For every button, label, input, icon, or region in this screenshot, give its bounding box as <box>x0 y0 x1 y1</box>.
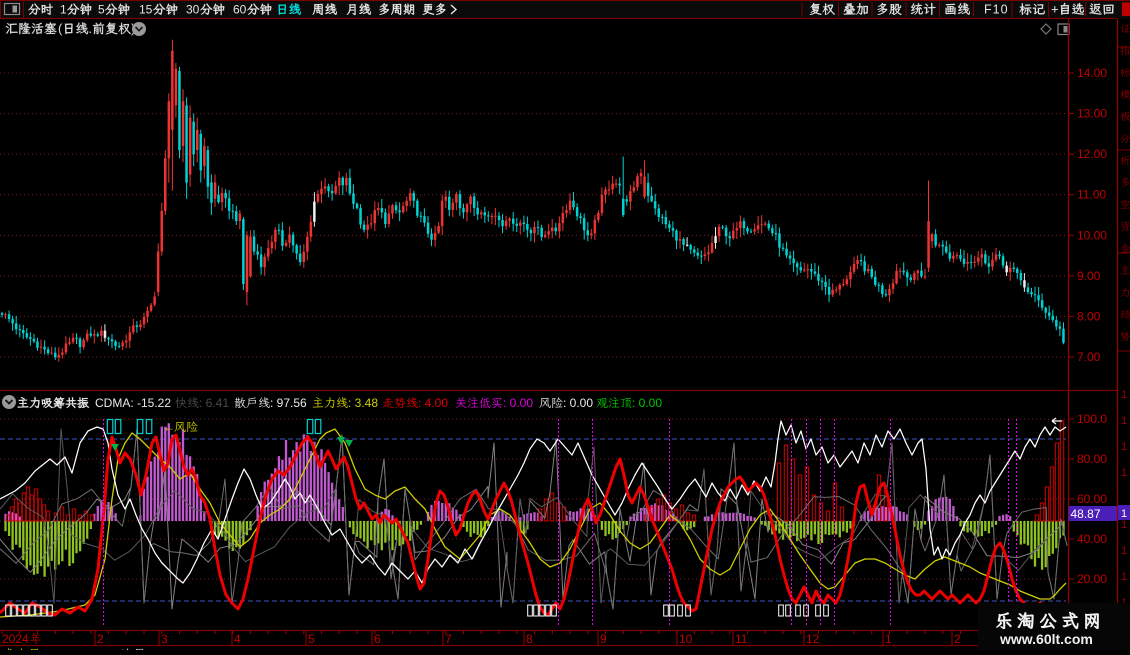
svg-text:5: 5 <box>98 3 105 17</box>
svg-text:6: 6 <box>374 632 381 646</box>
svg-text:: 6.41: : 6.41 <box>199 396 229 410</box>
svg-text:1: 1 <box>60 3 67 17</box>
svg-text:30: 30 <box>186 3 200 17</box>
svg-text:2: 2 <box>97 632 104 646</box>
svg-text:2024: 2024 <box>2 632 29 646</box>
svg-text:11: 11 <box>735 632 748 646</box>
svg-text:: 0.00: : 0.00 <box>503 396 533 410</box>
svg-text:12: 12 <box>806 632 820 646</box>
svg-text:: 0.00: : 0.00 <box>632 396 662 410</box>
svg-text:1: 1 <box>1121 389 1127 401</box>
svg-text:: 0.00: : 0.00 <box>563 396 593 410</box>
svg-text:14.00: 14.00 <box>1077 66 1107 80</box>
svg-text:3: 3 <box>161 632 168 646</box>
svg-text:10: 10 <box>679 632 693 646</box>
svg-text:80.00: 80.00 <box>1077 452 1107 466</box>
svg-text:CDMA: -15.22: CDMA: -15.22 <box>95 396 171 410</box>
svg-text:9.00: 9.00 <box>1077 269 1101 283</box>
svg-text:F10: F10 <box>984 3 1009 17</box>
svg-text:10.00: 10.00 <box>1077 228 1107 242</box>
svg-text:(: ( <box>58 21 63 36</box>
svg-text:15: 15 <box>139 3 153 17</box>
svg-text:1: 1 <box>1121 571 1127 583</box>
svg-text:7: 7 <box>445 632 452 646</box>
svg-text:: 97.56: : 97.56 <box>270 396 307 410</box>
svg-text:11.00: 11.00 <box>1077 188 1106 202</box>
svg-text:4: 4 <box>234 632 241 646</box>
svg-text:48.87: 48.87 <box>1071 507 1101 521</box>
svg-text:1: 1 <box>1121 467 1127 479</box>
svg-text:13.00: 13.00 <box>1077 107 1107 121</box>
svg-text:: 3.48: : 3.48 <box>348 396 378 410</box>
svg-text:www.60lt.com: www.60lt.com <box>999 631 1093 647</box>
svg-text:1: 1 <box>1121 519 1127 531</box>
svg-text:8: 8 <box>526 632 533 646</box>
svg-text:+: + <box>1051 2 1059 17</box>
svg-text:8.00: 8.00 <box>1077 309 1101 323</box>
svg-text:1: 1 <box>1121 415 1127 427</box>
svg-text:1: 1 <box>1121 441 1127 453</box>
svg-text:1: 1 <box>885 632 892 646</box>
svg-text:1: 1 <box>1121 545 1127 557</box>
svg-text:60: 60 <box>233 3 247 17</box>
svg-text:←: ← <box>163 420 175 434</box>
svg-text:40.00: 40.00 <box>1077 532 1107 546</box>
svg-text:12.00: 12.00 <box>1077 147 1107 161</box>
svg-text:5: 5 <box>308 632 315 646</box>
svg-text:2: 2 <box>954 632 961 646</box>
svg-text:7.00: 7.00 <box>1077 350 1101 364</box>
svg-text:100.0: 100.0 <box>1077 412 1107 426</box>
svg-text:20.00: 20.00 <box>1077 572 1107 586</box>
svg-text:60.00: 60.00 <box>1077 492 1107 506</box>
svg-text:9: 9 <box>600 632 607 646</box>
svg-text:: 4.00: : 4.00 <box>418 396 448 410</box>
svg-text:.: . <box>88 21 92 36</box>
